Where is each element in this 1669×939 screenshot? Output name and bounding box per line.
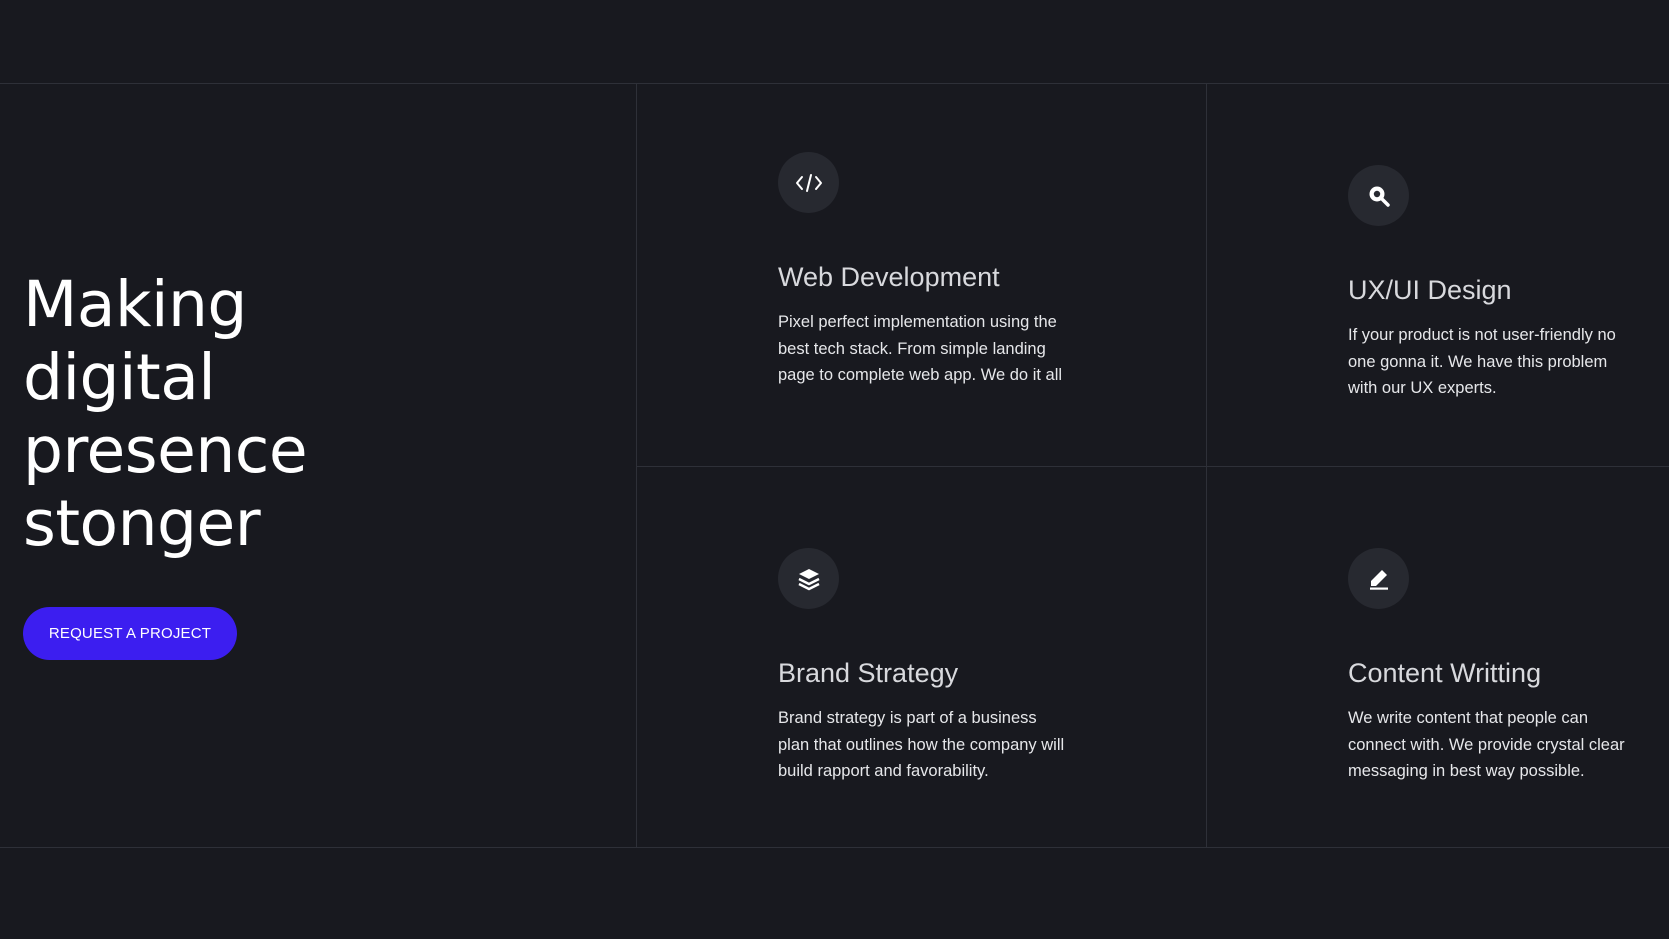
request-project-button[interactable]: REQUEST A PROJECT [23,607,237,660]
middle-divider [636,466,1669,467]
service-card-brand-strategy: Brand Strategy Brand strategy is part of… [778,548,1108,780]
hero-title-line: presence [23,414,308,487]
service-card-ux-ui-design: UX/UI Design If your product is not user… [1348,165,1669,397]
layers-icon [778,548,839,609]
service-title: Web Development [778,262,1000,292]
pencil-icon [1348,548,1409,609]
service-card-web-development: Web Development Pixel perfect implementa… [778,152,1108,384]
service-description: If your product is not user-friendly no … [1348,326,1616,398]
services-section: Making digital presence stonger REQUEST … [0,0,1669,939]
hero-title: Making digital presence stonger [23,268,583,560]
hero-title-line: Making [23,268,247,341]
service-description: We write content that people can connect… [1348,709,1625,781]
service-description: Pixel perfect implementation using the b… [778,313,1063,385]
hero-title-line: stonger [23,487,261,560]
hero-title-line: digital [23,341,216,414]
service-card-content-writting: Content Writting We write content that p… [1348,548,1669,780]
service-title: Content Writting [1348,658,1542,688]
service-title: UX/UI Design [1348,275,1512,305]
left-column-divider [636,84,637,847]
code-icon [778,152,839,213]
service-description: Brand strategy is part of a business pla… [778,709,1065,781]
bottom-divider [0,847,1669,848]
search-icon [1348,165,1409,226]
service-title: Brand Strategy [778,658,959,688]
right-column-divider [1206,84,1207,847]
top-divider [0,83,1669,84]
